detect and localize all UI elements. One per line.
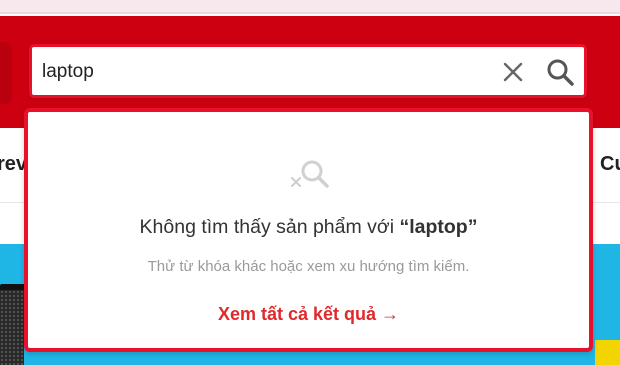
banner-accent-shape [595, 340, 620, 365]
see-all-results-link[interactable]: Xem tất cả kết quả → [28, 304, 589, 325]
category-item-partial-right[interactable]: Cu [600, 153, 620, 176]
close-icon [503, 62, 523, 82]
empty-state-keyword: “laptop” [399, 216, 478, 238]
page: rev Cu Không tìm thấy sản phẩm với “lapt… [0, 0, 620, 365]
search-suggestions-dropdown: Không tìm thấy sản phẩm với “laptop” Thử… [24, 108, 593, 352]
empty-state-title: Không tìm thấy sản phẩm với “laptop” [28, 216, 589, 239]
search-submit-button[interactable] [544, 56, 576, 88]
no-results-search-icon [290, 160, 329, 188]
search-icon [547, 59, 574, 86]
empty-state-hint: Thử từ khóa khác hoặc xem xu hướng tìm k… [147, 258, 470, 275]
top-strip [0, 0, 620, 14]
clear-search-button[interactable] [498, 57, 528, 87]
empty-state-title-prefix: Không tìm thấy sản phẩm với [139, 216, 400, 238]
banner-product-image [0, 290, 24, 365]
header-menu-tile[interactable] [0, 42, 12, 104]
category-item-partial-left[interactable]: rev [0, 153, 27, 176]
search-input[interactable] [42, 55, 482, 89]
search-box [29, 44, 587, 98]
